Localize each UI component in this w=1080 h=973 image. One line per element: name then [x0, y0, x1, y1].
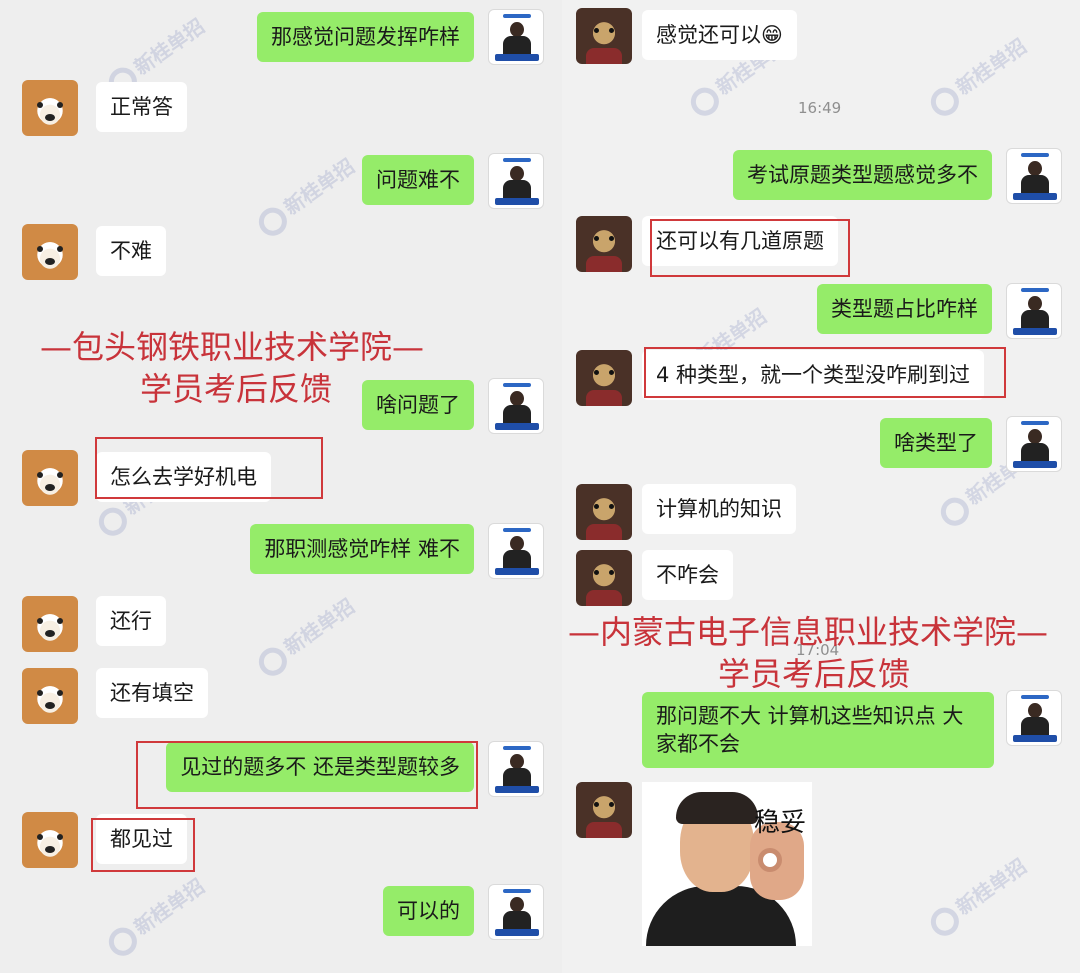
student-avatar[interactable] — [22, 224, 78, 280]
student-avatar[interactable] — [22, 812, 78, 868]
incoming-message[interactable]: 还可以有几道原题 — [642, 216, 838, 266]
incoming-message[interactable]: 不难 — [96, 226, 166, 276]
outgoing-message[interactable]: 那感觉问题发挥咋样 — [257, 12, 474, 62]
teacher-avatar[interactable] — [488, 9, 544, 65]
outgoing-message[interactable]: 见过的题多不 还是类型题较多 — [166, 742, 474, 792]
right-chat-panel[interactable]: 新桂单招 新桂单招 新桂单招 新桂单招 新桂单招 感觉还可以😁 16:49 考试… — [562, 0, 1080, 973]
incoming-message[interactable]: 还有填空 — [96, 668, 208, 718]
watermark-logo-icon — [253, 201, 293, 241]
watermark-logo-icon — [925, 901, 965, 941]
school-caption-line2: 学员考后反馈 — [718, 655, 911, 693]
teacher-avatar[interactable] — [488, 741, 544, 797]
watermark-logo-icon — [685, 81, 725, 121]
student-avatar[interactable] — [576, 8, 632, 64]
incoming-message[interactable]: 正常答 — [96, 82, 187, 132]
watermark: 新桂单招 — [101, 871, 211, 961]
student-avatar[interactable] — [22, 668, 78, 724]
teacher-avatar[interactable] — [1006, 416, 1062, 472]
outgoing-message[interactable]: 考试原题类型题感觉多不 — [733, 150, 992, 200]
school-caption-line2: 学员考后反馈 — [140, 370, 333, 408]
teacher-avatar[interactable] — [488, 378, 544, 434]
left-chat-panel[interactable]: 新桂单招 新桂单招 新桂单招 新桂单招 新桂单招 那感觉问题发挥咋样 正常答 问… — [0, 0, 562, 973]
incoming-message[interactable]: 计算机的知识 — [642, 484, 796, 534]
sticker-text: 稳妥 — [754, 808, 807, 838]
student-avatar[interactable] — [22, 450, 78, 506]
watermark-logo-icon — [253, 641, 293, 681]
teacher-avatar[interactable] — [1006, 690, 1062, 746]
student-avatar[interactable] — [576, 216, 632, 272]
student-avatar[interactable] — [22, 596, 78, 652]
ok-hand-icon — [758, 848, 782, 872]
watermark-logo-icon — [935, 491, 975, 531]
incoming-message[interactable]: 感觉还可以😁 — [642, 10, 797, 60]
incoming-message[interactable]: 不咋会 — [642, 550, 733, 600]
outgoing-message[interactable]: 问题难不 — [362, 155, 474, 205]
timestamp: 16:49 — [798, 99, 842, 117]
watermark: 新桂单招 — [923, 31, 1033, 121]
incoming-message[interactable]: 4 种类型，就一个类型没咋刷到过 — [642, 350, 985, 400]
outgoing-message[interactable]: 那职测感觉咋样 难不 — [250, 524, 474, 574]
teacher-avatar[interactable] — [488, 153, 544, 209]
student-avatar[interactable] — [576, 484, 632, 540]
teacher-avatar[interactable] — [488, 523, 544, 579]
teacher-avatar[interactable] — [1006, 148, 1062, 204]
incoming-message[interactable]: 怎么去学好机电 — [96, 452, 271, 502]
school-caption-line1: —内蒙古电子信息职业技术学院— — [568, 613, 1049, 651]
teacher-avatar[interactable] — [1006, 283, 1062, 339]
outgoing-message[interactable]: 啥类型了 — [880, 418, 992, 468]
outgoing-message[interactable]: 类型题占比咋样 — [817, 284, 992, 334]
watermark-logo-icon — [103, 921, 143, 961]
school-caption-line1: —包头钢铁职业技术学院— — [40, 328, 425, 366]
student-avatar[interactable] — [576, 350, 632, 406]
student-avatar[interactable] — [576, 782, 632, 838]
outgoing-message[interactable]: 那问题不大 计算机这些知识点 大家都不会 — [642, 692, 994, 768]
watermark: 新桂单招 — [251, 591, 361, 681]
teacher-avatar[interactable] — [488, 884, 544, 940]
watermark: 新桂单招 — [923, 851, 1033, 941]
watermark-logo-icon — [925, 81, 965, 121]
outgoing-message[interactable]: 可以的 — [383, 886, 474, 936]
watermark: 新桂单招 — [251, 151, 361, 241]
incoming-message[interactable]: 还行 — [96, 596, 166, 646]
watermark-logo-icon — [93, 501, 133, 541]
ok-gesture-sticker[interactable]: 稳妥 — [642, 782, 812, 946]
outgoing-message[interactable]: 啥问题了 — [362, 380, 474, 430]
student-avatar[interactable] — [22, 80, 78, 136]
student-avatar[interactable] — [576, 550, 632, 606]
incoming-message[interactable]: 都见过 — [96, 814, 187, 864]
